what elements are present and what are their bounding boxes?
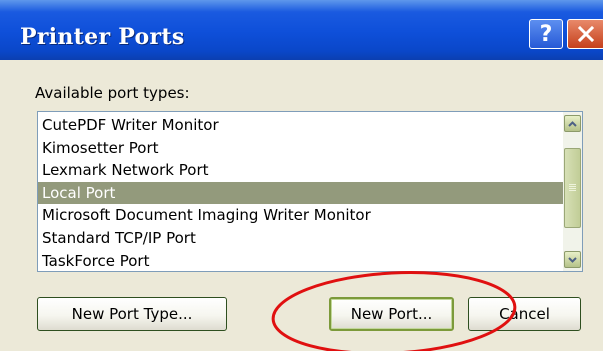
scroll-down-icon — [568, 256, 577, 263]
help-button[interactable]: ? — [529, 19, 563, 49]
port-types-list: CutePDF Writer Monitor Kimosetter Port Lex… — [38, 114, 563, 271]
cancel-button[interactable]: Cancel — [468, 297, 581, 331]
scroll-up-icon — [568, 120, 577, 127]
new-port-type-button[interactable]: New Port Type... — [37, 297, 227, 331]
list-item[interactable]: Kimosetter Port — [38, 137, 563, 160]
available-port-types-label: Available port types: — [35, 84, 190, 102]
scroll-thumb[interactable] — [564, 148, 581, 228]
close-button[interactable] — [567, 19, 603, 49]
list-item[interactable]: Local Port — [38, 181, 563, 205]
list-item[interactable]: Microsoft Document Imaging Writer Monito… — [38, 204, 563, 227]
listbox-scrollbar[interactable] — [563, 112, 582, 271]
scroll-up-button[interactable] — [564, 115, 581, 132]
window-title: Printer Ports — [20, 24, 185, 50]
help-icon: ? — [539, 21, 553, 47]
new-port-button[interactable]: New Port... — [329, 297, 454, 331]
list-item[interactable]: CutePDF Writer Monitor — [38, 114, 563, 137]
title-bar[interactable]: Printer Ports ? — [0, 0, 603, 60]
printer-ports-dialog: Printer Ports ? Available port types: Cu… — [0, 0, 603, 351]
scroll-down-button[interactable] — [564, 251, 581, 268]
list-item[interactable]: Standard TCP/IP Port — [38, 227, 563, 250]
grip-icon — [569, 184, 576, 192]
list-item[interactable]: Lexmark Network Port — [38, 159, 563, 182]
port-types-listbox[interactable]: CutePDF Writer Monitor Kimosetter Port Lex… — [37, 111, 583, 272]
list-item[interactable]: TaskForce Port — [38, 250, 563, 271]
close-icon — [577, 25, 595, 43]
